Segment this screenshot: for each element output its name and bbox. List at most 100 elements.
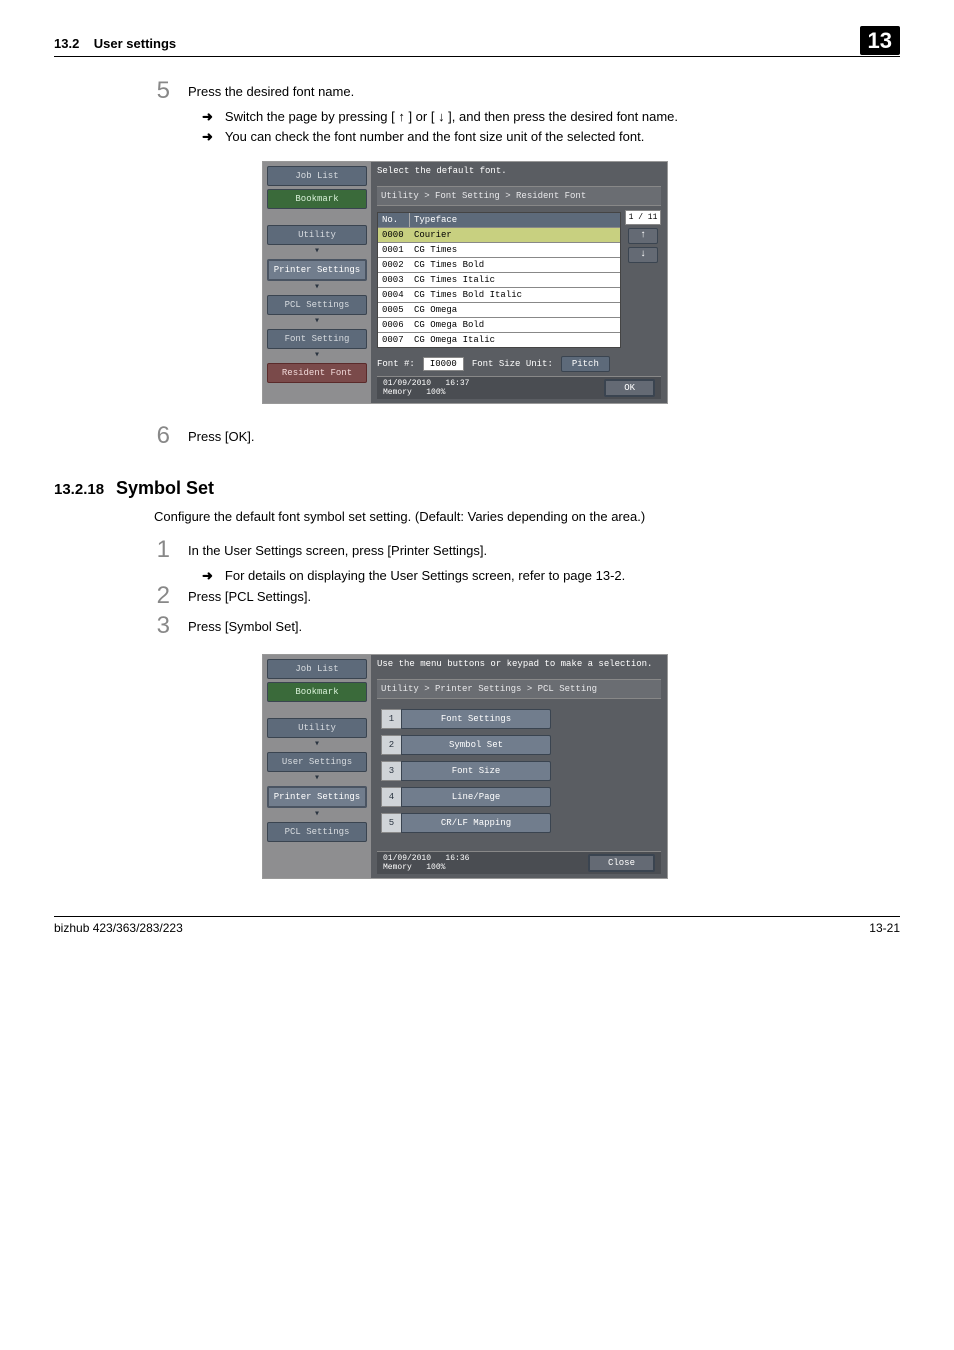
status-left: 01/09/2010 16:37 Memory 100% xyxy=(383,379,469,397)
step-number: 5 xyxy=(144,79,170,103)
status-bar: 01/09/2010 16:36 Memory 100% Close xyxy=(377,851,661,874)
tab-printer-settings[interactable]: Printer Settings xyxy=(267,786,367,808)
screenshot-font-setting: Job List Bookmark Utility ▾ Printer Sett… xyxy=(262,161,668,404)
step-number: 2 xyxy=(144,584,170,608)
step-6: 6 Press [OK]. xyxy=(144,424,900,448)
menu-item-font-size[interactable]: 3Font Size xyxy=(381,761,657,781)
step-text: Press [OK]. xyxy=(188,424,900,448)
footer-page-number: 13-21 xyxy=(869,921,900,935)
bullet-arrow-icon: ➜ xyxy=(202,129,213,145)
tab-job-list[interactable]: Job List xyxy=(267,659,367,679)
font-no-label: Font #: xyxy=(377,359,415,369)
menu-item-symbol-set[interactable]: 2Symbol Set xyxy=(381,735,657,755)
bullet-arrow-icon: ➜ xyxy=(202,109,213,125)
bullet-arrow-icon: ➜ xyxy=(202,568,213,584)
close-button[interactable]: Close xyxy=(588,854,655,872)
chevron-down-icon: ▾ xyxy=(267,318,367,326)
tab-utility[interactable]: Utility xyxy=(267,718,367,738)
step-text: Press [PCL Settings]. xyxy=(188,584,900,608)
table-row[interactable]: 0000Courier xyxy=(378,227,620,242)
menu-item-crlf-mapping[interactable]: 5CR/LF Mapping xyxy=(381,813,657,833)
section-title: Symbol Set xyxy=(116,478,214,499)
screen-prompt: Select the default font. xyxy=(377,166,661,176)
page-indicator: 1 / 11 xyxy=(625,210,661,225)
font-size-unit-label: Font Size Unit: xyxy=(472,359,553,369)
tab-pcl-settings[interactable]: PCL Settings xyxy=(267,295,367,315)
footer-fields: Font #: I0000 Font Size Unit: Pitch xyxy=(377,356,661,372)
tab-bookmark[interactable]: Bookmark xyxy=(267,682,367,702)
screenshot-main: Use the menu buttons or keypad to make a… xyxy=(371,655,667,878)
menu-item-line-page[interactable]: 4Line/Page xyxy=(381,787,657,807)
chapter-number-box: 13 xyxy=(860,26,900,55)
table-row[interactable]: 0007CG Omega Italic xyxy=(378,332,620,347)
step-text: Press the desired font name. xyxy=(188,79,900,103)
tab-resident-font[interactable]: Resident Font xyxy=(267,363,367,383)
table-row[interactable]: 0002CG Times Bold xyxy=(378,257,620,272)
page-header: 13.2 User settings 13 xyxy=(54,28,900,57)
col-no: No. xyxy=(378,213,410,227)
chevron-down-icon: ▾ xyxy=(267,248,367,256)
bullet-text: Switch the page by pressing [ ↑ ] or [ ↓… xyxy=(225,109,678,125)
step-number: 3 xyxy=(144,614,170,638)
spacer xyxy=(267,705,367,715)
status-bar: 01/09/2010 16:37 Memory 100% OK xyxy=(377,376,661,399)
page-up-button[interactable]: ↑ xyxy=(628,228,658,244)
section-number: 13.2.18 xyxy=(54,481,116,498)
footer-product: bizhub 423/363/283/223 xyxy=(54,921,183,935)
tab-bookmark[interactable]: Bookmark xyxy=(267,189,367,209)
step-3: 3 Press [Symbol Set]. xyxy=(144,614,900,638)
section-heading: 13.2.18 Symbol Set xyxy=(54,478,900,499)
table-row[interactable]: 0006CG Omega Bold xyxy=(378,317,620,332)
table-header: No. Typeface xyxy=(378,213,620,227)
header-chapter: 13 xyxy=(860,28,900,54)
table-row[interactable]: 0003CG Times Italic xyxy=(378,272,620,287)
tab-pcl-settings[interactable]: PCL Settings xyxy=(267,822,367,842)
bullet-text: You can check the font number and the fo… xyxy=(225,129,644,145)
page-down-button[interactable]: ↓ xyxy=(628,247,658,263)
chevron-down-icon: ▾ xyxy=(267,741,367,749)
table-row[interactable]: 0005CG Omega xyxy=(378,302,620,317)
bullet-text: For details on displaying the User Setti… xyxy=(225,568,625,584)
step-1: 1 In the User Settings screen, press [Pr… xyxy=(144,538,900,562)
chevron-down-icon: ▾ xyxy=(267,352,367,360)
table-row[interactable]: 0004CG Times Bold Italic xyxy=(378,287,620,302)
breadcrumb: Utility > Printer Settings > PCL Setting xyxy=(377,679,661,699)
ok-button[interactable]: OK xyxy=(604,379,655,397)
chevron-down-icon: ▾ xyxy=(267,775,367,783)
step-text: Press [Symbol Set]. xyxy=(188,614,900,638)
menu-list: 1Font Settings 2Symbol Set 3Font Size 4L… xyxy=(381,709,657,833)
tab-printer-settings[interactable]: Printer Settings xyxy=(267,259,367,281)
header-section-title: User settings xyxy=(94,36,176,51)
table-row[interactable]: 0001CG Times xyxy=(378,242,620,257)
tab-user-settings[interactable]: User Settings xyxy=(267,752,367,772)
chevron-down-icon: ▾ xyxy=(267,811,367,819)
header-section-num: 13.2 xyxy=(54,36,79,51)
page-footer: bizhub 423/363/283/223 13-21 xyxy=(54,916,900,935)
step-1-bullet: ➜ For details on displaying the User Set… xyxy=(202,568,900,584)
tab-font-setting[interactable]: Font Setting xyxy=(267,329,367,349)
font-no-value: I0000 xyxy=(423,357,464,371)
tab-utility[interactable]: Utility xyxy=(267,225,367,245)
section-description: Configure the default font symbol set se… xyxy=(154,509,900,524)
screen-prompt: Use the menu buttons or keypad to make a… xyxy=(377,659,661,669)
screenshot-sidebar: Job List Bookmark Utility ▾ User Setting… xyxy=(263,655,371,878)
col-typeface: Typeface xyxy=(410,213,620,227)
step-number: 1 xyxy=(144,538,170,562)
status-left: 01/09/2010 16:36 Memory 100% xyxy=(383,854,469,872)
step-2: 2 Press [PCL Settings]. xyxy=(144,584,900,608)
screenshot-pcl-setting: Job List Bookmark Utility ▾ User Setting… xyxy=(262,654,668,879)
step-5: 5 Press the desired font name. xyxy=(144,79,900,103)
screenshot-main: Select the default font. Utility > Font … xyxy=(371,162,667,403)
step-5-bullet-1: ➜ Switch the page by pressing [ ↑ ] or [… xyxy=(202,109,900,125)
screenshot-sidebar: Job List Bookmark Utility ▾ Printer Sett… xyxy=(263,162,371,403)
font-table: No. Typeface 0000Courier 0001CG Times 00… xyxy=(377,212,621,348)
menu-item-font-settings[interactable]: 1Font Settings xyxy=(381,709,657,729)
step-text: In the User Settings screen, press [Prin… xyxy=(188,538,900,562)
chevron-down-icon: ▾ xyxy=(267,284,367,292)
header-section: 13.2 User settings xyxy=(54,36,176,51)
tab-job-list[interactable]: Job List xyxy=(267,166,367,186)
paging-controls: 1 / 11 ↑ ↓ xyxy=(625,210,661,263)
breadcrumb: Utility > Font Setting > Resident Font xyxy=(377,186,661,206)
step-5-bullet-2: ➜ You can check the font number and the … xyxy=(202,129,900,145)
step-number: 6 xyxy=(144,424,170,448)
